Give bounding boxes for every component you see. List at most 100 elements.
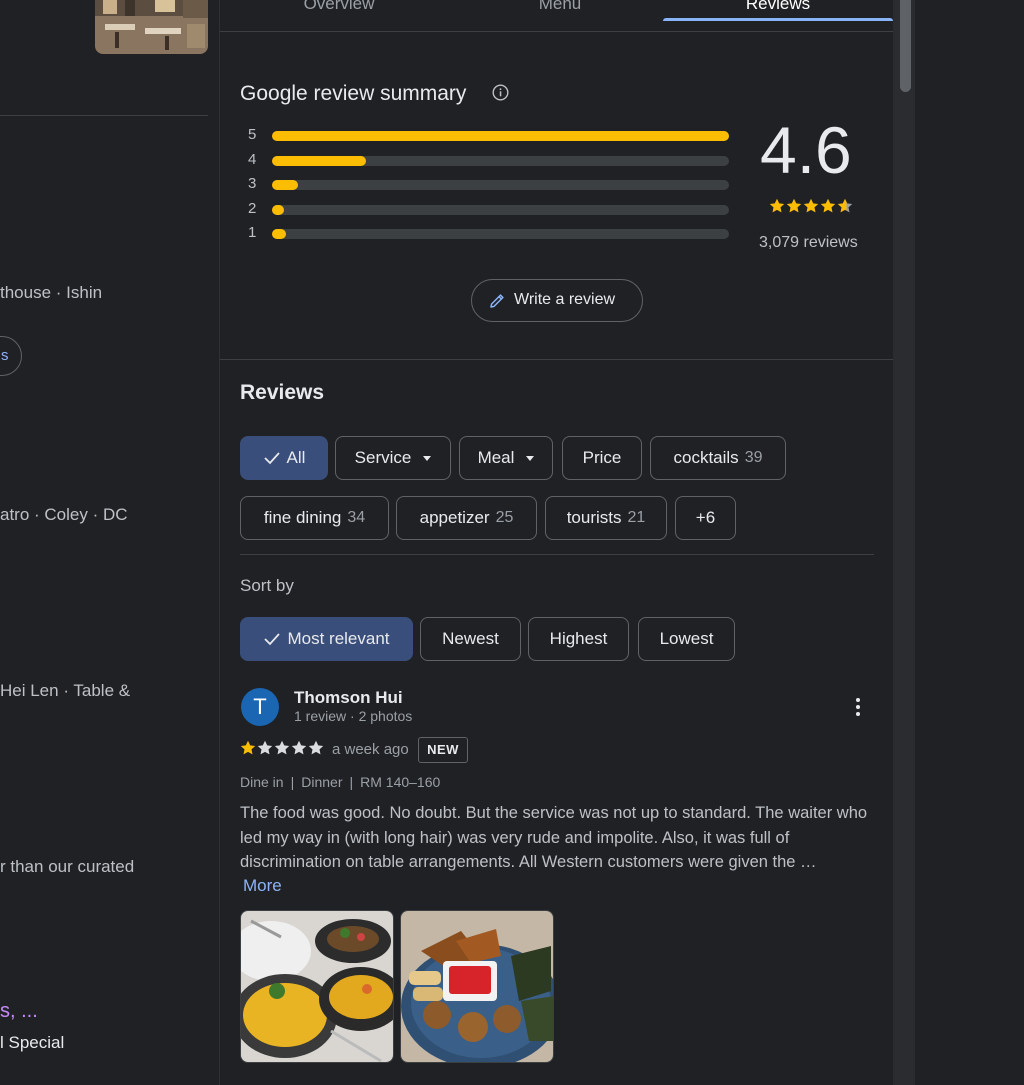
sort-most-relevant[interactable]: Most relevant (240, 617, 413, 661)
chip-label: Meal (477, 448, 515, 467)
new-badge: NEW (418, 737, 468, 763)
review-photo[interactable] (400, 910, 554, 1063)
filter-chip-6[interactable]: +6 (675, 496, 736, 540)
search-results-column: thouse · Ishin s atro · Coley · DC Hei L… (0, 0, 219, 1085)
reviewer-name[interactable]: Thomson Hui (294, 688, 403, 708)
star-icon (820, 198, 837, 219)
meal-type: Dinner (301, 774, 343, 790)
info-icon[interactable] (492, 84, 509, 106)
visited-link[interactable]: s, ... (0, 1000, 38, 1023)
review-summary-title: Google review summary (240, 82, 467, 105)
filter-chip-cocktails[interactable]: cocktails 39 (650, 436, 786, 480)
result-snippet: thouse · Ishin (0, 283, 103, 302)
star-icon (837, 198, 854, 219)
check-icon (263, 452, 280, 465)
review-photo[interactable] (240, 910, 394, 1063)
place-details-panel: Overview Menu Reviews Google review summ… (219, 0, 894, 1085)
background (915, 0, 1024, 1085)
price-range: RM 140–160 (360, 774, 441, 790)
result-snippet: l Special (0, 1033, 65, 1052)
rating-bar-track (272, 204, 729, 215)
write-review-label: Write a review (514, 291, 616, 308)
review-attributes: Dine in | Dinner | RM 140–160 (240, 774, 441, 790)
chevron-down-icon (423, 455, 432, 461)
scrollbar-track[interactable] (893, 0, 915, 1085)
filter-chip-all[interactable]: All (240, 436, 328, 480)
result-chip[interactable]: s (0, 336, 22, 376)
chip-count: 25 (495, 509, 514, 526)
reviews-heading: Reviews (240, 381, 325, 404)
rating-bar-track (272, 131, 729, 141)
rating-bar-track (272, 229, 729, 239)
star-icon (240, 740, 257, 761)
active-tab-indicator (663, 18, 893, 21)
rating-bar-label: 1 (248, 224, 257, 241)
chip-label: appetizer (419, 508, 490, 527)
restaurant-thumbnail[interactable] (95, 0, 208, 54)
chip-count: 21 (627, 509, 646, 526)
star-icon (803, 198, 820, 219)
review-count[interactable]: 3,079 reviews (759, 234, 858, 252)
review-rating-stars (240, 740, 325, 761)
chip-label: tourists (566, 508, 622, 527)
chip-label: s (1, 347, 9, 364)
rating-bar-track (272, 155, 729, 166)
star-icon (308, 740, 325, 761)
more-options-icon[interactable] (850, 696, 866, 722)
tab-menu[interactable]: Menu (448, 0, 672, 32)
star-icon (291, 740, 308, 761)
sort-label: Highest (549, 629, 608, 648)
rating-bar-fill (272, 155, 366, 166)
chip-label: +6 (695, 508, 716, 527)
pencil-icon (490, 294, 504, 308)
sort-label: Lowest (659, 629, 714, 648)
review-text: The food was good. No doubt. But the ser… (240, 804, 868, 871)
write-review-button[interactable]: Write a review (471, 279, 643, 322)
rating-bar-fill (272, 229, 286, 239)
rating-bar-label: 4 (248, 150, 257, 168)
star-icon (274, 740, 291, 761)
filter-chip-tourists[interactable]: tourists 21 (545, 496, 667, 540)
sort-highest[interactable]: Highest (528, 617, 629, 661)
reviewer-meta: 1 review · 2 photos (294, 708, 413, 724)
tab-overview[interactable]: Overview (227, 0, 451, 32)
result-snippet: atro · Coley · DC (0, 505, 128, 524)
sort-label: Newest (442, 629, 499, 648)
rating-bar-label: 2 (248, 199, 257, 217)
star-icon (769, 198, 786, 219)
chip-label: fine dining (263, 508, 342, 527)
filter-chip-service[interactable]: Service (335, 436, 451, 480)
filter-chip-meal[interactable]: Meal (459, 436, 553, 480)
sort-newest[interactable]: Newest (420, 617, 521, 661)
chip-label: All (286, 448, 306, 467)
filter-chip-fine-dining[interactable]: fine dining 34 (240, 496, 389, 540)
avatar[interactable]: T (241, 688, 279, 726)
divider (220, 359, 894, 360)
dining-mode: Dine in (240, 774, 284, 790)
rating-bar-label: 3 (248, 175, 257, 192)
chip-label: Service (354, 448, 412, 467)
chip-label: Price (582, 448, 622, 467)
divider (240, 554, 874, 555)
sort-lowest[interactable]: Lowest (638, 617, 735, 661)
average-rating: 4.6 (760, 113, 852, 187)
filter-chip-price[interactable]: Price (562, 436, 642, 480)
sort-label: Most relevant (287, 629, 390, 648)
rating-bar-label: 5 (248, 126, 257, 143)
rating-bar-fill (272, 180, 299, 190)
review-time: a week ago (332, 741, 409, 758)
tab-reviews[interactable]: Reviews (666, 0, 890, 32)
chevron-down-icon (526, 455, 535, 461)
scrollbar-thumb[interactable] (900, 0, 911, 92)
rating-bar-fill (272, 204, 284, 215)
tab-bar: Overview Menu Reviews (220, 0, 894, 32)
star-icon (786, 198, 803, 219)
more-link[interactable]: More (243, 876, 282, 896)
divider (0, 115, 208, 116)
filter-chip-appetizer[interactable]: appetizer 25 (396, 496, 537, 540)
chip-count: 34 (347, 509, 366, 526)
rating-bar-fill (272, 131, 729, 141)
rating-bar-track (272, 180, 729, 190)
star-icon (257, 740, 274, 761)
check-icon (264, 633, 281, 646)
